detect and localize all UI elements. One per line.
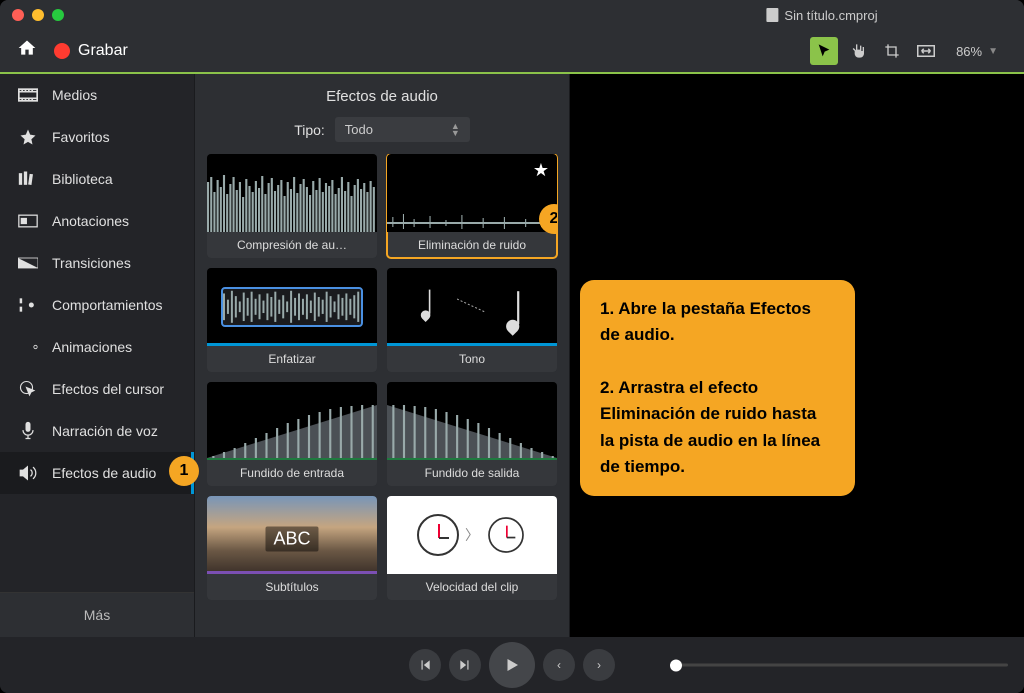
- prev-frame-button[interactable]: [409, 649, 441, 681]
- sidebar-item-transitions[interactable]: Transiciones: [0, 242, 194, 284]
- effect-label: Subtítulos: [207, 574, 377, 600]
- sidebar: Medios Favoritos Biblioteca Anotaciones …: [0, 74, 195, 637]
- document-icon: [766, 8, 778, 22]
- select-tool[interactable]: [810, 37, 838, 65]
- playhead[interactable]: [670, 659, 682, 671]
- effect-clip-speed[interactable]: 〉 Velocidad del clip: [387, 496, 557, 600]
- sidebar-item-label: Medios: [52, 87, 97, 103]
- speaker-icon: [18, 464, 38, 482]
- effect-label: Tono: [387, 346, 557, 372]
- sidebar-item-animations[interactable]: Animaciones: [0, 326, 194, 368]
- next-marker-button[interactable]: ›: [583, 649, 615, 681]
- chevron-down-icon: ▼: [988, 46, 998, 57]
- effect-fade-in[interactable]: Fundido de entrada: [207, 382, 377, 486]
- effect-audio-compression[interactable]: Compresión de au…: [207, 154, 377, 258]
- record-label: Grabar: [78, 42, 128, 60]
- sidebar-item-voice-narration[interactable]: Narración de voz: [0, 410, 194, 452]
- effect-emphasize[interactable]: Enfatizar: [207, 268, 377, 372]
- preview-canvas[interactable]: 1. Abre la pestaña Efectos de audio. 2. …: [578, 82, 1016, 629]
- panel-title: Efectos de audio: [195, 84, 569, 117]
- sidebar-item-cursor-effects[interactable]: Efectos del cursor: [0, 368, 194, 410]
- cursor-fx-icon: [18, 380, 38, 398]
- document-name: Sin título.cmproj: [784, 8, 877, 23]
- transition-icon: [18, 254, 38, 272]
- sidebar-item-label: Biblioteca: [52, 171, 113, 187]
- effect-fade-out[interactable]: Fundido de salida: [387, 382, 557, 486]
- sidebar-item-audio-effects[interactable]: Efectos de audio 1: [0, 452, 194, 494]
- callout-step-1: 1. Abre la pestaña Efectos de audio.: [600, 296, 835, 349]
- sidebar-item-favorites[interactable]: Favoritos: [0, 116, 194, 158]
- sidebar-item-label: Transiciones: [52, 255, 131, 271]
- crop-tool[interactable]: [878, 37, 906, 65]
- type-select[interactable]: Todo ▲▼: [335, 117, 470, 142]
- effect-label: Fundido de entrada: [207, 460, 377, 486]
- step-badge-1: 1: [169, 456, 199, 486]
- sidebar-item-label: Efectos del cursor: [52, 381, 164, 397]
- preview-area: 1. Abre la pestaña Efectos de audio. 2. …: [570, 74, 1024, 637]
- sidebar-item-media[interactable]: Medios: [0, 74, 194, 116]
- sidebar-item-label: Comportamientos: [52, 297, 163, 313]
- instruction-callout: 1. Abre la pestaña Efectos de audio. 2. …: [580, 280, 855, 496]
- effect-pitch[interactable]: Tono: [387, 268, 557, 372]
- record-button[interactable]: Grabar: [54, 42, 128, 60]
- sidebar-item-annotations[interactable]: Anotaciones: [0, 200, 194, 242]
- sidebar-item-behaviors[interactable]: Comportamientos: [0, 284, 194, 326]
- effect-label: Enfatizar: [207, 346, 377, 372]
- sidebar-item-label: Anotaciones: [52, 213, 129, 229]
- behaviors-icon: [18, 296, 38, 314]
- effects-panel: Efectos de audio Tipo: Todo ▲▼ Compresió…: [195, 74, 570, 637]
- effect-label: Eliminación de ruido: [387, 232, 557, 258]
- sidebar-item-label: Animaciones: [52, 339, 132, 355]
- annotation-icon: [18, 212, 38, 230]
- document-title: Sin título.cmproj: [766, 8, 877, 23]
- zoom-level[interactable]: 86% ▼: [946, 44, 1008, 59]
- pan-tool[interactable]: [844, 37, 872, 65]
- sidebar-more[interactable]: Más: [0, 592, 194, 637]
- sidebar-item-label: Narración de voz: [52, 423, 158, 439]
- home-icon[interactable]: [16, 38, 38, 64]
- favorite-star-icon: ★: [533, 160, 549, 181]
- play-button[interactable]: [489, 642, 535, 688]
- minimize-window-button[interactable]: [32, 9, 44, 21]
- effect-noise-removal[interactable]: ★ Eliminación de ruido 2: [387, 154, 557, 258]
- close-window-button[interactable]: [12, 9, 24, 21]
- window-controls: [12, 9, 64, 21]
- books-icon: [18, 170, 38, 188]
- microphone-icon: [18, 422, 38, 440]
- type-label: Tipo:: [294, 122, 325, 138]
- maximize-window-button[interactable]: [52, 9, 64, 21]
- effect-label: Fundido de salida: [387, 460, 557, 486]
- next-frame-button[interactable]: [449, 649, 481, 681]
- record-icon: [54, 43, 70, 59]
- effect-label: Compresión de au…: [207, 232, 377, 258]
- effect-label: Velocidad del clip: [387, 574, 557, 600]
- titlebar: Sin título.cmproj: [0, 0, 1024, 30]
- star-icon: [18, 128, 38, 146]
- select-arrows-icon: ▲▼: [451, 123, 460, 137]
- effect-captions[interactable]: ABC Subtítulos: [207, 496, 377, 600]
- scrub-bar[interactable]: [670, 664, 1008, 667]
- sidebar-item-library[interactable]: Biblioteca: [0, 158, 194, 200]
- fit-tool[interactable]: [912, 37, 940, 65]
- filmstrip-icon: [18, 86, 38, 104]
- sidebar-item-label: Efectos de audio: [52, 465, 156, 481]
- animation-icon: [18, 338, 38, 356]
- sidebar-item-label: Favoritos: [52, 129, 110, 145]
- prev-marker-button[interactable]: ‹: [543, 649, 575, 681]
- subtitle-preview-text: ABC: [265, 526, 318, 551]
- callout-step-2: 2. Arrastra el efecto Eliminación de rui…: [600, 375, 835, 480]
- toolbar: Grabar 86% ▼: [0, 30, 1024, 74]
- transport-bar: ‹ ›: [0, 637, 1024, 693]
